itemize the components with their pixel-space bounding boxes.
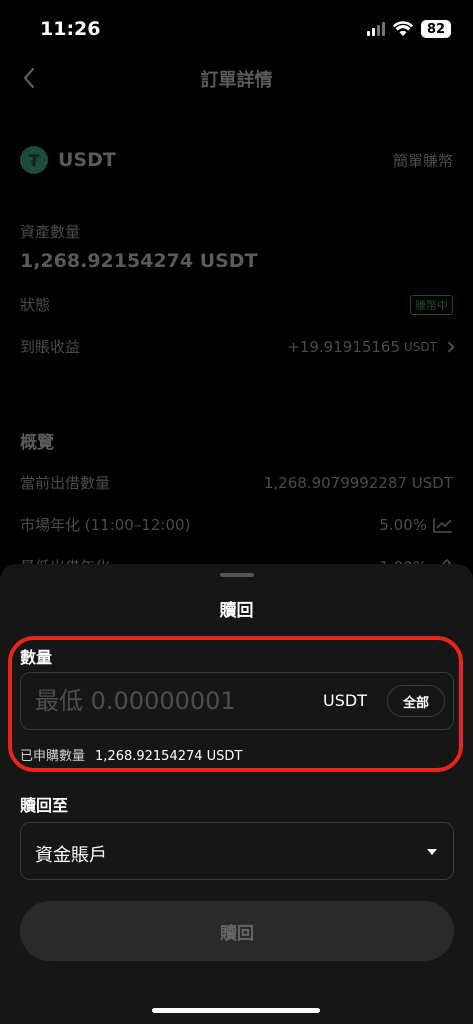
cellular-signal-icon <box>367 22 385 36</box>
redeem-button[interactable]: 贖回 <box>20 901 454 961</box>
nav-bar: 訂單詳情 <box>0 56 473 100</box>
overview-row-label: 當前出借數量 <box>20 474 111 492</box>
earnings-value-group: +19.91915165 USDT <box>287 337 455 356</box>
asset-qty-label: 資產數量 <box>20 223 81 241</box>
overview-row-label: 市場年化 (11:00–12:00) <box>20 516 191 534</box>
asset-header: ₮ USDT 簡單賺幣 <box>20 146 453 174</box>
amount-label: 數量 <box>20 648 53 667</box>
sheet-title: 贖回 <box>219 601 254 621</box>
trend-chart-icon[interactable] <box>433 517 453 533</box>
status-time: 11:26 <box>40 18 101 40</box>
wifi-icon <box>393 21 413 36</box>
status-label: 狀態 <box>20 296 51 314</box>
overview-row: 市場年化 (11:00–12:00) 5.00% <box>20 514 453 535</box>
earnings-value: +19.91915165 <box>287 337 401 356</box>
overview-row-value: 5.00% <box>379 515 427 534</box>
asset-info: ₮ USDT <box>20 146 116 174</box>
product-type: 簡單賺幣 <box>392 151 453 170</box>
redeem-sheet: 贖回 數量 USDT 全部 已申購數量 1,268.92154274 USDT 贖… <box>0 564 473 1024</box>
status-row: 狀態 賺幣中 <box>20 294 453 315</box>
status-bar: 11:26 82 <box>0 0 473 56</box>
usdt-logo-icon: ₮ <box>20 146 48 174</box>
earnings-unit: USDT <box>404 339 437 354</box>
asset-qty-value: 1,268.92154274 USDT <box>20 250 258 272</box>
home-indicator <box>152 1008 320 1013</box>
asset-name: USDT <box>58 149 116 171</box>
subscribed-info: 已申購數量 1,268.92154274 USDT <box>20 745 242 764</box>
overview-title: 概覽 <box>20 433 54 453</box>
overview-row: 當前出借數量 1,268.9079992287 USDT <box>20 472 453 493</box>
battery-icon: 82 <box>421 20 451 38</box>
max-all-button[interactable]: 全部 <box>387 685 445 717</box>
amount-field-box: USDT 全部 <box>20 672 454 730</box>
chevron-right-icon <box>443 340 455 353</box>
page-title: 訂單詳情 <box>200 70 273 91</box>
subscribed-value: 1,268.92154274 USDT <box>95 749 243 764</box>
destination-select[interactable]: 資金賬戶 <box>20 822 454 880</box>
subscribed-label: 已申購數量 <box>20 749 86 764</box>
sheet-drag-handle[interactable] <box>220 573 254 577</box>
earnings-label: 到賬收益 <box>20 338 81 356</box>
caret-down-icon <box>427 849 437 855</box>
status-badge: 賺幣中 <box>410 294 453 315</box>
amount-unit: USDT <box>323 691 367 710</box>
earnings-row[interactable]: 到賬收益 +19.91915165 USDT <box>20 336 455 357</box>
overview-row-value-group: 5.00% <box>379 516 453 534</box>
overview-row-value: 1,268.9079992287 USDT <box>263 473 453 492</box>
status-icons: 82 <box>367 20 451 38</box>
destination-value: 資金賬戶 <box>35 845 107 866</box>
destination-label: 贖回至 <box>20 796 69 815</box>
amount-input[interactable] <box>35 681 305 721</box>
